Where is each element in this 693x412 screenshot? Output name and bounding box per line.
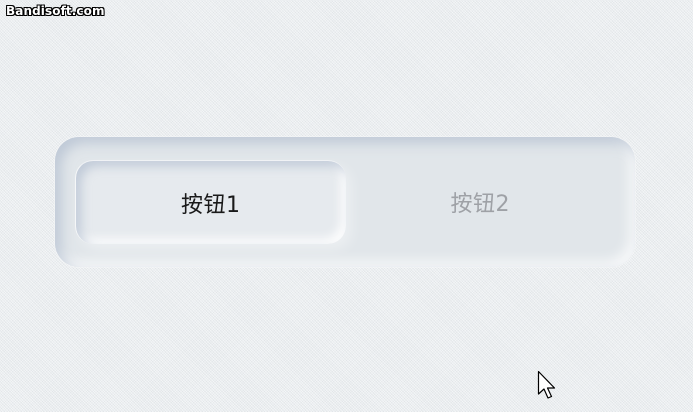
segment-button-1[interactable]: 按钮1: [75, 160, 346, 244]
arrow-cursor-icon: [537, 370, 556, 399]
segment-button-2[interactable]: 按钮2: [346, 160, 616, 244]
watermark-text: Bandisoft.com: [6, 4, 105, 18]
segmented-control: 按钮1 按钮2: [55, 137, 635, 267]
segment-button-1-label: 按钮1: [181, 192, 241, 218]
segment-button-2-label: 按钮2: [450, 192, 510, 217]
